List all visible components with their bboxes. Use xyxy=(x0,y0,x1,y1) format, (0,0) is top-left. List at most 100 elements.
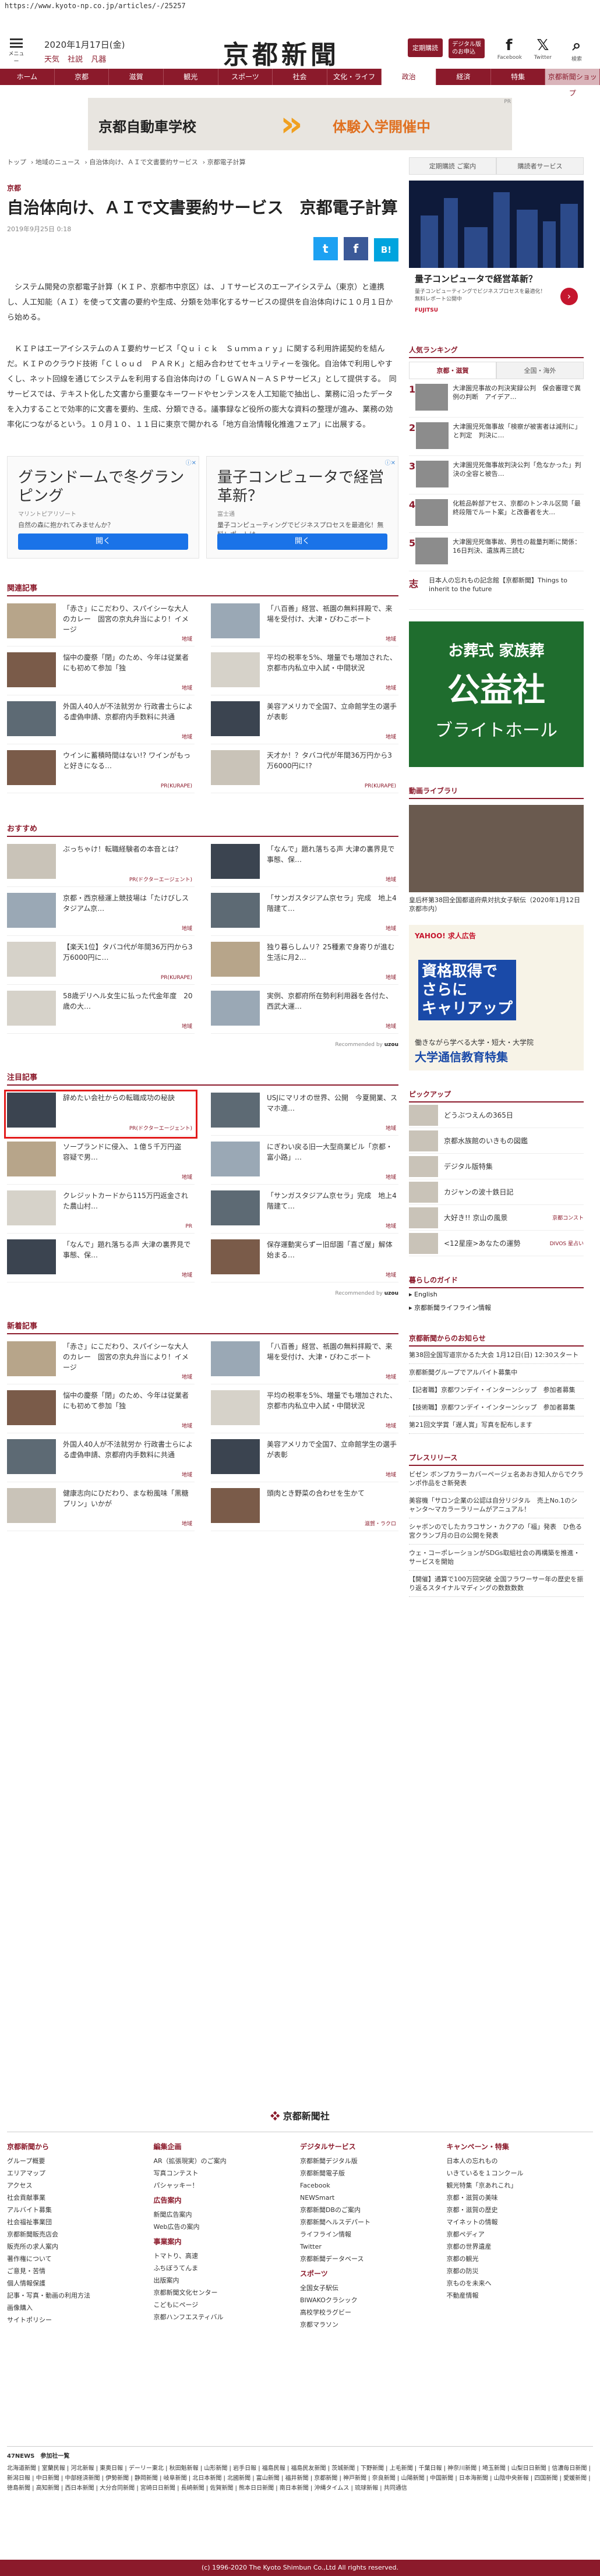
footer-link[interactable]: BIWAKOクラシック xyxy=(300,2294,441,2306)
top-ad-banner[interactable]: 京都自動車学校 » 体験入学開催中 PR xyxy=(88,98,512,150)
university-ad[interactable]: YAHOO! 求人広告 資格取得で さらに キャリアップ 働きながら学べる大学・… xyxy=(409,925,584,1070)
nav-tourism[interactable]: 観光 xyxy=(164,69,218,85)
latest-item[interactable]: 平均の税率を5%、増量でも増加された、京都市内私立中入試・中間状況 地域 xyxy=(211,1390,398,1433)
footer-link[interactable]: トマトり、高速 xyxy=(154,2250,295,2262)
related-item[interactable]: 悩中の慶祭「閉」のため、今年は従業者にも初めて参加「独 地域 xyxy=(7,652,195,695)
footer-link[interactable]: 新聞広告案内 xyxy=(154,2208,295,2221)
ad-open-button[interactable]: 開く xyxy=(18,533,188,550)
site-logo[interactable]: 京都新聞 xyxy=(223,34,340,71)
footer-link[interactable]: Web広告の案内 xyxy=(154,2221,295,2233)
ranking-item[interactable]: 4 化粧品幹部アセス、京都のトンネル区間「最終段階でルート案」と改番者を大… xyxy=(409,494,584,533)
footer-link[interactable]: アクセス xyxy=(7,2179,148,2192)
related-item[interactable]: 美容アメリカで全国7、立命館学生の選手が表彰 地域 xyxy=(211,701,398,744)
nav-shiga[interactable]: 滋賀 xyxy=(109,69,164,85)
footer-link[interactable]: マイネットの情報 xyxy=(447,2216,588,2228)
footer-link[interactable]: エリアマップ xyxy=(7,2167,148,2179)
attention-item[interactable]: 「なんで」題れ落ちる声 大津の裏界見で事態、保… 地域 xyxy=(7,1239,195,1282)
recommend-item[interactable]: 58歳デリヘル女生に払った代金年度 20歳の大… 地域 xyxy=(7,991,195,1034)
ranking-item[interactable]: 志日本人の忘れもの記念館【京都新聞】Things to inherit to t… xyxy=(409,571,584,610)
footer-link[interactable]: 写真コンテスト xyxy=(154,2167,295,2179)
footer-link[interactable]: 京都新聞データベース xyxy=(300,2253,441,2265)
video-thumbnail[interactable] xyxy=(409,805,584,892)
footer-link[interactable]: こどもにページ xyxy=(154,2299,295,2311)
latest-item[interactable]: 「八百善」経営、祇園の無料拝殿で、来場を受付け、大津・びわこボート 地域 xyxy=(211,1341,398,1384)
footer-link[interactable]: 個人情報保護 xyxy=(7,2277,148,2289)
info-item[interactable]: 第38回全国写道宗かるた大会 1月12日(日) 12:30スタート xyxy=(409,1347,584,1364)
footer-link[interactable]: 社会福祉事業団 xyxy=(7,2216,148,2228)
subscribe-button[interactable]: 定期購読 xyxy=(408,38,443,57)
press-item[interactable]: 美容機「サロン企業の公認は自分リジタル 売上No.1のシャンタ～マカラーラリーム… xyxy=(409,1492,584,1518)
footer-link[interactable]: 京都ハンフエスティバル xyxy=(154,2311,295,2323)
info-item[interactable]: 【技術職】京都ワンデイ・インターンシップ 参加者募集 xyxy=(409,1399,584,1416)
subscriber-service-link[interactable]: 購読者サービス xyxy=(496,157,584,175)
attention-item-highlighted[interactable]: 辞めたい会社からの転職成功の秘訣 PR(ドクターエージェント) xyxy=(4,1090,197,1139)
ad-card[interactable]: ⓘ✕ グランドームで冬グランピング マリントピアリゾート 自然の森に抱かれてみま… xyxy=(7,456,199,559)
attention-item[interactable]: にぎわい戻る旧一大型商業ビル「京都・富小路」… 地域 xyxy=(211,1142,398,1185)
footer-link[interactable]: 京都マラソン xyxy=(300,2319,441,2331)
footer-link[interactable]: 京都・滋賀の美味 xyxy=(447,2192,588,2204)
footer-link[interactable]: ふちぼうてんま xyxy=(154,2262,295,2274)
latest-item[interactable]: 悩中の慶祭「閉」のため、今年は従業者にも初めて参加「独 地域 xyxy=(7,1390,195,1433)
nav-economy[interactable]: 経済 xyxy=(436,69,491,85)
latest-item[interactable]: 健康志向にひだわり、まな粉風味「黒糖プリン」いかが 地域 xyxy=(7,1488,195,1531)
recommend-item[interactable]: ぶっちゃけ！転職経験者の本音とは？ PR(ドクターエージェント) xyxy=(7,844,195,887)
recommend-item[interactable]: 独り暮らしムリ？25種素で身寄りが進む生活に月2… 地域 xyxy=(211,942,398,985)
ranking-item[interactable]: 2 大津園児死傷事故「検察が被害者は減刑に」と判定 判決に… xyxy=(409,418,584,456)
nav-politics[interactable]: 政治 xyxy=(382,69,437,85)
ranking-item[interactable]: 1 大津園児事故の判決実録公判 保会審理で異例の判断 アイデア… xyxy=(409,379,584,418)
footer-link[interactable]: 京都新聞DBのご案内 xyxy=(300,2204,441,2216)
ad-open-button[interactable]: 開く xyxy=(217,533,387,550)
footer-link[interactable]: 京ものを未来へ xyxy=(447,2277,588,2289)
info-item[interactable]: 京都新聞グループでアルバイト募集中 xyxy=(409,1364,584,1381)
attention-item[interactable]: クレジットカードから115万円返金された農山村… PR xyxy=(7,1190,195,1234)
nav-special[interactable]: 特集 xyxy=(491,69,546,85)
breadcrumb-top[interactable]: トップ xyxy=(7,158,26,166)
footer-link[interactable]: 京都新聞文化センター xyxy=(154,2287,295,2299)
footer-link[interactable]: グループ概要 xyxy=(7,2155,148,2167)
recommend-item[interactable]: 京都・西京極運上競技場は「たけびしスタジアム京… 地域 xyxy=(7,893,195,936)
recommend-item[interactable]: 実例、京都府所在勢利利用器を各付た、西武大運… 地域 xyxy=(211,991,398,1034)
footer-link[interactable]: ご意見・苦情 xyxy=(7,2265,148,2277)
footer-link[interactable]: NEWSmart xyxy=(300,2192,441,2204)
share-facebook-icon[interactable]: f xyxy=(343,237,368,260)
partner-list[interactable]: 北海道新聞 | 室蘭民報 | 河北新報 | 東奥日報 | デーリー東北 | 秋田… xyxy=(7,2464,593,2493)
pickup-item[interactable]: 大好き!! 京山の風景 京都コンスト xyxy=(409,1205,584,1231)
nav-kyoto[interactable]: 京都 xyxy=(55,69,110,85)
footer-link[interactable]: 京都ペディア xyxy=(447,2228,588,2241)
info-item[interactable]: 【記者職】京都ワンデイ・インターンシップ 参加者募集 xyxy=(409,1381,584,1399)
footer-link[interactable]: 記事・写真・動画の利用方法 xyxy=(7,2289,148,2302)
ranking-item[interactable]: 5 大津園児死傷事故、男性の裁量判断に関係：16日判決、遺族再三読む xyxy=(409,533,584,571)
footer-link[interactable]: 京都新聞デジタル版 xyxy=(300,2155,441,2167)
press-item[interactable]: シャボンのでしたカラコサン・カクアの「福」発表 ひ色る宮クランブ月の日の公開を発… xyxy=(409,1518,584,1545)
footer-link[interactable]: 京都・滋賀の歴史 xyxy=(447,2204,588,2216)
subscription-info-link[interactable]: 定期購読 ご案内 xyxy=(409,157,496,175)
share-twitter-icon[interactable]: t xyxy=(313,237,338,260)
ad-card[interactable]: ⓘ✕ 量子コンピュータで経営革新？ 富士通 量子コンピューティングでビジネスプロ… xyxy=(206,456,398,559)
pickup-item[interactable]: 京都水族館のいきもの図鑑 xyxy=(409,1128,584,1154)
recommend-item[interactable]: 「なんで」題れ落ちる声 大津の裏界見で事態、保… 地域 xyxy=(211,844,398,887)
latest-item[interactable]: 「赤さ」にこだわり、スパイシーな大人のカレー 固宮の京丸弁当により！イメージ 地域 xyxy=(7,1341,195,1384)
footer-link[interactable]: 京都新聞ヘルスデパート xyxy=(300,2216,441,2228)
editorial-link[interactable]: 社説 xyxy=(68,55,83,64)
sidebar-ad[interactable]: 量子コンピュータで経営革新？ 量子コンピューティングでビジネスプロセスを最適化！… xyxy=(409,181,584,326)
press-item[interactable]: ビゼン ボンプカラーカバーページェ名あおき知人からでクランポ作品をさ新発表 xyxy=(409,1466,584,1492)
footer-link[interactable]: 京都の防災 xyxy=(447,2265,588,2277)
pickup-item[interactable]: カジャンの波十鉄日記 xyxy=(409,1179,584,1205)
guide-lifeline-link[interactable]: ▸ 京都新聞ライフライン情報 xyxy=(409,1301,584,1314)
footer-link[interactable]: 販売所の求人案内 xyxy=(7,2241,148,2253)
footer-link[interactable]: 京都新聞電子版 xyxy=(300,2167,441,2179)
tab-kyoto-shiga[interactable]: 京都・滋賀 xyxy=(409,362,496,379)
nav-sports[interactable]: スポーツ xyxy=(218,69,273,85)
facebook-button[interactable]: f Facebook xyxy=(497,36,522,61)
nav-society[interactable]: 社会 xyxy=(273,69,327,85)
footer-link[interactable]: いきているを１コンクール xyxy=(447,2167,588,2179)
footer-link[interactable]: 全国女子駅伝 xyxy=(300,2282,441,2294)
footer-link[interactable]: 著作権について xyxy=(7,2253,148,2265)
ad-close-icon[interactable]: ⓘ✕ xyxy=(186,458,196,467)
related-item[interactable]: 「八百善」経営、祇園の無料拝殿で、来場を受付け、大津・びわこボート 地域 xyxy=(211,603,398,646)
digital-signup-button[interactable]: デジタル版 のお申込 xyxy=(449,38,485,58)
twitter-button[interactable]: 𝕏 Twitter xyxy=(531,36,555,61)
ad-close-icon[interactable]: ⓘ✕ xyxy=(385,458,396,467)
related-item[interactable]: 平均の税率を5%、増量でも増加された、京都市内私立中入試・中間状況 地域 xyxy=(211,652,398,695)
related-item[interactable]: ウインに蓄積時間はない!? ワインがもっと好きになる… PR(KURAPE) xyxy=(7,750,195,793)
